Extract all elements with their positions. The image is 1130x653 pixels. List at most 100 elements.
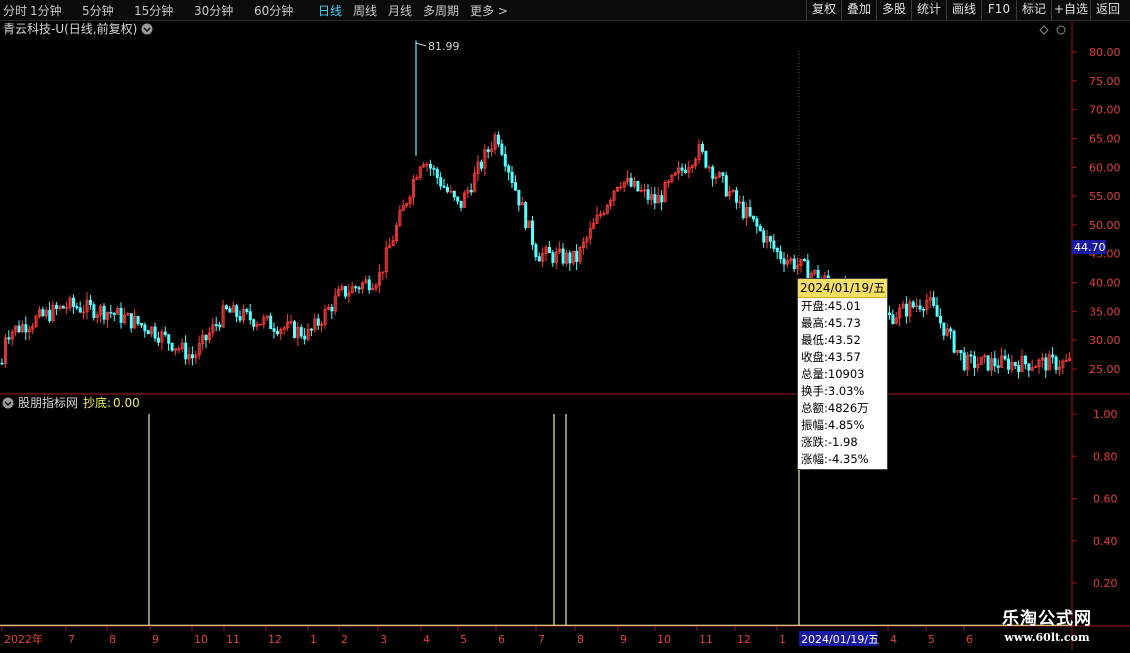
- diamond-icon[interactable]: [1039, 25, 1049, 35]
- date-tick-label: 3: [380, 633, 387, 646]
- candle-body: [1007, 358, 1011, 370]
- candle-body: [803, 258, 807, 261]
- multi-stock-button[interactable]: 多股: [876, 0, 911, 20]
- date-tick-label: 12: [737, 633, 751, 646]
- price-tick-label: 80.00: [1089, 46, 1121, 59]
- period-tab-daily[interactable]: 日线: [318, 2, 342, 19]
- overlay-button[interactable]: 叠加: [841, 0, 876, 20]
- price-tick-label: 50.00: [1089, 219, 1121, 232]
- period-tab-multi[interactable]: 多周期: [423, 2, 459, 19]
- candle-body: [507, 165, 511, 173]
- date-tick-label: 5: [460, 633, 467, 646]
- fuquan-button[interactable]: 复权: [806, 0, 841, 20]
- date-tick-label: 6: [498, 633, 505, 646]
- candle-body: [959, 349, 963, 354]
- price-tick-label: 30.00: [1089, 334, 1121, 347]
- candle-body: [496, 134, 500, 145]
- candle-body: [962, 352, 966, 371]
- candle-body: [918, 305, 922, 310]
- candle-body: [996, 365, 1000, 368]
- add-watchlist-button[interactable]: +自选: [1051, 0, 1090, 20]
- candle-body: [92, 304, 96, 318]
- candle-body: [146, 330, 150, 335]
- chart-area[interactable]: 青云科技-U(日线,前复权) 80.00 75.00 70.00 65.00 60.00…: [0, 21, 1130, 650]
- candle-body: [190, 354, 194, 359]
- candle-body: [986, 355, 990, 371]
- f10-button[interactable]: F10: [981, 0, 1016, 20]
- candle-body: [139, 323, 143, 326]
- tooltip-volume: 总量:10903: [801, 367, 865, 381]
- candle-body: [724, 175, 728, 197]
- candle-body: [479, 161, 483, 169]
- draw-line-button[interactable]: 画线: [946, 0, 981, 20]
- candle-body: [153, 326, 157, 339]
- candle-body: [55, 304, 59, 309]
- brand-name: 乐淘公式网: [1002, 609, 1092, 629]
- date-tick-label: 1: [779, 633, 786, 646]
- candle-body: [758, 225, 762, 231]
- candle-body: [646, 189, 650, 200]
- candle-body: [316, 318, 320, 326]
- candle-body: [292, 321, 296, 338]
- mark-button[interactable]: 标记: [1016, 0, 1051, 20]
- back-button[interactable]: 返回: [1090, 0, 1125, 20]
- candle-body: [680, 167, 684, 171]
- date-tick-label: 4: [423, 633, 430, 646]
- statistics-button[interactable]: 统计: [911, 0, 946, 20]
- candle-body: [1017, 365, 1021, 373]
- candle-body: [343, 286, 347, 297]
- period-tab-15min[interactable]: 15分钟: [134, 2, 173, 19]
- candle-body: [167, 334, 171, 344]
- period-tab-monthly[interactable]: 月线: [388, 2, 412, 19]
- date-tick-label: 1: [310, 633, 317, 646]
- candle-body: [551, 252, 555, 263]
- candle-body: [660, 195, 664, 203]
- tooltip-turnover: 换手:3.03%: [801, 384, 865, 398]
- candle-body: [357, 287, 361, 290]
- period-tab-weekly[interactable]: 周线: [353, 2, 377, 19]
- candle-body: [269, 315, 273, 330]
- candle-body: [163, 331, 167, 336]
- candle-body: [548, 246, 552, 254]
- date-tick-label: 9: [620, 633, 627, 646]
- candle-body: [510, 171, 514, 183]
- candle-body: [136, 315, 140, 324]
- price-tick-label: 40.00: [1089, 277, 1121, 290]
- candle-info-tooltip: 2024/01/19/五 开盘:45.01 最高:45.73 最低:43.52 …: [797, 278, 888, 470]
- candle-body: [806, 260, 810, 280]
- candle-body: [61, 305, 65, 309]
- candle-body: [143, 324, 147, 332]
- candle-body: [1051, 354, 1055, 358]
- indicator-tick-label: 0.20: [1093, 577, 1118, 590]
- candle-body: [435, 168, 439, 179]
- indicator-tick-label: 0.60: [1093, 493, 1118, 506]
- candle-body: [428, 163, 432, 169]
- candle-body: [459, 200, 463, 208]
- candle-body: [102, 305, 106, 320]
- period-tab-5min[interactable]: 5分钟: [82, 2, 114, 19]
- date-tick-label: 4: [890, 633, 897, 646]
- candle-body: [932, 297, 936, 306]
- candle-body: [469, 189, 473, 193]
- candle-body: [922, 308, 926, 311]
- date-tick-label: 11: [226, 633, 240, 646]
- date-tick-label: 6: [966, 633, 973, 646]
- candle-body: [41, 309, 45, 317]
- circle-icon[interactable]: [1056, 25, 1066, 35]
- period-tab-30min[interactable]: 30分钟: [194, 2, 233, 19]
- title-dropdown-icon[interactable]: [141, 23, 153, 35]
- max-price-label: 81.99: [428, 40, 460, 53]
- period-tab-60min[interactable]: 60分钟: [254, 2, 293, 19]
- period-tab-more[interactable]: 更多 >: [470, 2, 508, 19]
- candle-body: [500, 143, 504, 155]
- candle-body: [442, 185, 446, 188]
- candle-body: [704, 151, 708, 168]
- date-tick-label: 9: [152, 633, 159, 646]
- max-price-marker: 81.99: [415, 40, 460, 53]
- candle-body: [204, 334, 208, 341]
- period-tab-1min[interactable]: 1分钟: [30, 2, 62, 19]
- period-tab-minute[interactable]: 分时: [3, 2, 27, 19]
- indicator-dropdown-icon[interactable]: [2, 397, 14, 409]
- candle-body: [575, 250, 579, 262]
- kline-chart[interactable]: 青云科技-U(日线,前复权) 80.0075.0070.0065.0060.00…: [0, 21, 1130, 650]
